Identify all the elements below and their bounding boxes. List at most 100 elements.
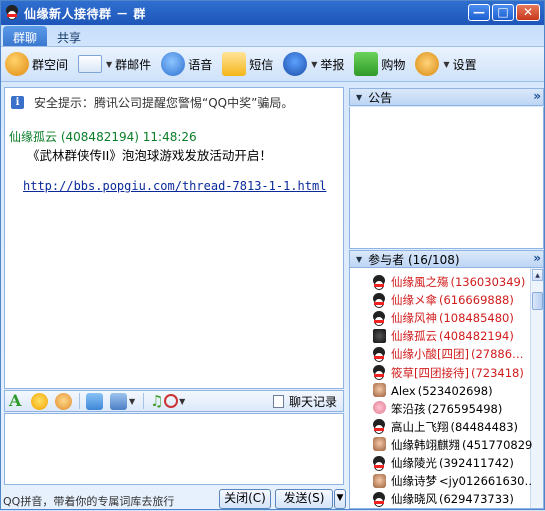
chat-history-button[interactable]: 聊天记录 (272, 393, 337, 410)
collapse-icon[interactable]: ▼ (356, 255, 362, 264)
avatar-icon (372, 455, 386, 471)
magic-expression-icon[interactable] (55, 392, 72, 410)
member-list: ▲ 仙缘風之殤 (136030349) 仙缘メ傘 (616669888) 仙缘风神 (10… (349, 268, 544, 509)
member-name: 仙缘韩翊麒翙 (391, 437, 460, 452)
chevron-down-icon[interactable]: ▼ (106, 60, 112, 69)
message-sender[interactable]: 仙缘孤云 (9, 130, 57, 144)
member-name: 仙缘诗梦 (391, 474, 437, 489)
close-window-button[interactable]: ✕ (516, 4, 540, 21)
expand-right-icon[interactable]: » (533, 251, 541, 265)
member-item[interactable]: Alex (523402698) (372, 382, 532, 400)
maximize-button[interactable]: □ (492, 4, 514, 21)
voice-label: 语音 (188, 57, 213, 72)
avatar-icon (372, 419, 386, 435)
member-qq: (408482194) (439, 329, 514, 344)
scroll-thumb[interactable] (532, 292, 543, 310)
sms-button[interactable]: 短信 (222, 50, 273, 78)
chevron-down-icon[interactable]: ▼ (443, 60, 449, 69)
member-item[interactable]: 仙缘晓风 (629473733) (372, 490, 532, 508)
chevron-down-icon[interactable]: ▼ (179, 397, 185, 406)
member-name: 笨沿孩 (391, 401, 426, 416)
member-name: 仙缘孤云 (391, 329, 437, 344)
ime-tip: QQ拼音，带着你的专属词库去旅行 (3, 495, 175, 508)
format-toolbar: A ▼ ♫ ▼ 聊天记录 (4, 390, 344, 412)
chevron-down-icon[interactable]: ▼ (311, 60, 317, 69)
avatar-icon (372, 401, 386, 416)
board-title: 公告 (368, 90, 393, 105)
screenshot-icon[interactable] (110, 392, 127, 410)
member-qq: (392411742) (439, 456, 514, 470)
expand-right-icon[interactable]: » (533, 89, 541, 103)
member-item[interactable]: 仙缘风神 (108485480) (372, 309, 532, 327)
avatar-icon (372, 328, 386, 344)
member-name: 筱草[四团接待] (391, 365, 469, 380)
member-name: 仙缘晓风 (391, 492, 437, 507)
member-item[interactable]: 仙缘孤云 (408482194) (372, 327, 532, 345)
group-space-icon (5, 52, 29, 76)
member-item[interactable]: 仙缘韩翊麒翙 (451770829) (372, 436, 532, 454)
shopping-label: 购物 (381, 57, 406, 72)
send-button[interactable]: 发送(S) (275, 489, 333, 509)
chevron-down-icon[interactable]: ▼ (129, 397, 135, 406)
collapse-icon[interactable]: ▼ (356, 93, 362, 102)
send-picture-icon[interactable] (86, 392, 103, 410)
member-name: 仙缘陵光 (391, 456, 437, 470)
avatar-icon (372, 274, 386, 290)
member-qq: (136030349) (450, 275, 526, 289)
tab-group-chat[interactable]: 群聊 (3, 26, 48, 46)
announcement-board (349, 107, 544, 249)
member-item[interactable]: 仙缘陵光 (392411742) (372, 454, 532, 472)
member-name: 仙缘小酸[四团] (391, 347, 469, 362)
avatar-icon (372, 310, 386, 326)
avatar-icon (372, 365, 386, 380)
message-link[interactable]: http://bbs.popgiu.com/thread-7813-1-1.ht… (23, 179, 326, 193)
font-icon[interactable]: A (9, 393, 23, 409)
avatar-icon (372, 437, 386, 452)
message-sender-id: (408482194) (60, 130, 139, 144)
member-qq: (276595498) (427, 401, 503, 416)
security-notice-text: 安全提示：腾讯公司提醒您警惕“QQ中奖”骗局。 (34, 96, 294, 110)
message-input[interactable] (4, 413, 344, 485)
shopping-button[interactable]: 购物 (354, 50, 405, 78)
tab-share[interactable]: 共享 (47, 26, 91, 46)
divider (79, 393, 80, 409)
shake-icon[interactable] (164, 394, 179, 408)
group-space-label: 群空间 (32, 57, 69, 72)
members-header[interactable]: ▼ 参与者 (16/108) » (349, 250, 544, 268)
member-item[interactable]: 高山上飞翔 (84484483) (372, 418, 532, 436)
member-qq: (108485480) (439, 311, 514, 326)
message-header: 仙缘孤云 (408482194) 11:48:26 (9, 128, 197, 145)
member-item[interactable]: 仙缘メ傘 (616669888) (372, 291, 532, 309)
member-name: 仙缘風之殤 (391, 275, 449, 289)
group-mail-button[interactable]: ▼ 群邮件 (78, 50, 151, 78)
send-options-dropdown[interactable]: ▼ (334, 489, 346, 509)
board-header[interactable]: ▼ 公告 » (349, 88, 544, 106)
minimize-button[interactable]: — (468, 4, 490, 21)
chat-history-label: 聊天记录 (288, 395, 337, 409)
scroll-up-icon[interactable]: ▲ (532, 269, 543, 281)
member-item[interactable]: 仙缘诗梦 <jy012661630… (372, 472, 532, 490)
close-button[interactable]: 关闭(C) (219, 489, 271, 509)
security-notice: i 安全提示：腾讯公司提醒您警惕“QQ中奖”骗局。 (11, 94, 293, 111)
member-item[interactable]: 筱草[四团接待] (723418) (372, 364, 532, 382)
report-button[interactable]: ▼ 举报 (283, 50, 344, 78)
music-icon[interactable]: ♫ (150, 392, 164, 410)
avatar-icon (372, 292, 386, 308)
member-qq: (451770829) (462, 437, 532, 452)
member-item[interactable]: 仙缘小酸[四团] (27886… (372, 345, 532, 363)
message-text: 《武林群侠传II》泡泡球游戏发放活动开启！ (27, 148, 272, 163)
member-qq: (616669888) (439, 293, 514, 308)
title-bar[interactable]: 仙缘新人接待群 － 群 — □ ✕ (1, 1, 544, 25)
info-icon: i (11, 96, 24, 109)
member-item[interactable]: 笨沿孩 (276595498) (372, 400, 532, 418)
settings-button[interactable]: ▼ 设置 (415, 50, 477, 78)
window-title: 仙缘新人接待群 － 群 (24, 6, 146, 21)
emoji-icon[interactable] (31, 392, 48, 410)
report-label: 举报 (320, 57, 345, 72)
chat-history[interactable]: i 安全提示：腾讯公司提醒您警惕“QQ中奖”骗局。 仙缘孤云 (40848219… (4, 87, 344, 389)
mail-icon (78, 55, 103, 73)
voice-button[interactable]: 语音 (161, 50, 212, 78)
group-space-button[interactable]: 群空间 (5, 50, 68, 78)
settings-label: 设置 (452, 57, 477, 72)
member-item[interactable]: 仙缘風之殤 (136030349) (372, 273, 532, 291)
